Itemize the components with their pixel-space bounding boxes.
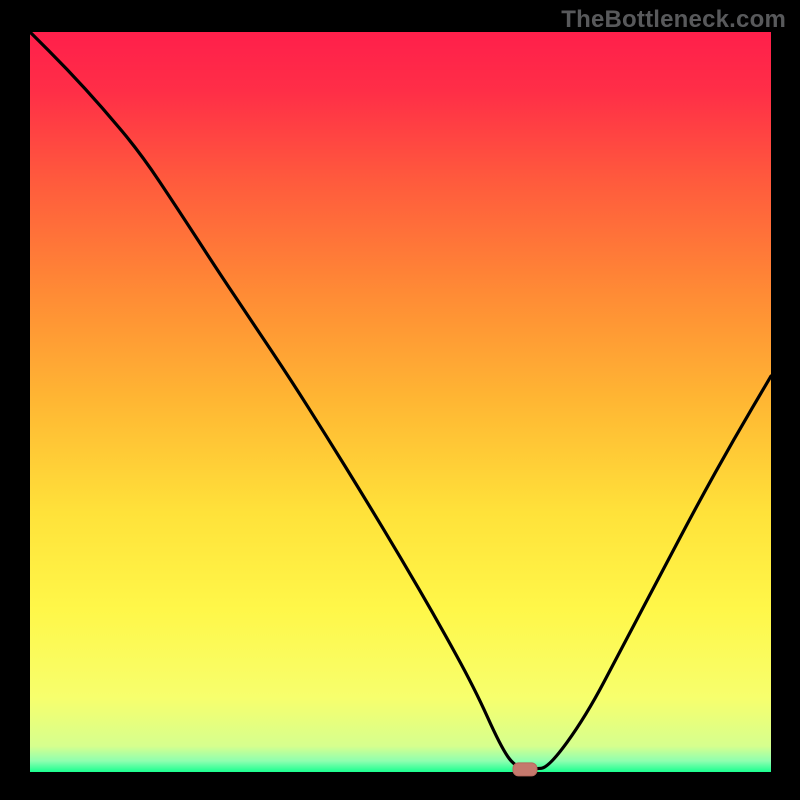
- plot-background: [30, 32, 771, 772]
- chart-frame: TheBottleneck.com: [0, 0, 800, 800]
- watermark-text: TheBottleneck.com: [561, 6, 786, 34]
- bottleneck-chart: [0, 0, 800, 800]
- optimal-marker: [513, 763, 537, 776]
